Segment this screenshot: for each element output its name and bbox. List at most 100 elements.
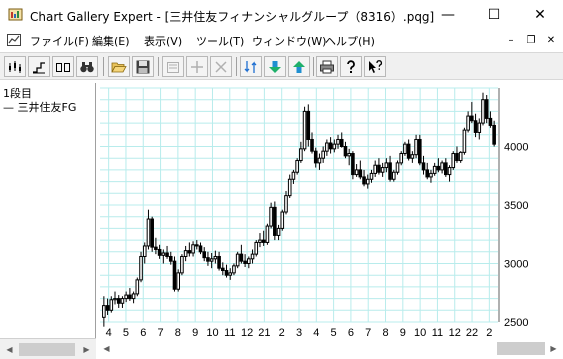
candle — [295, 158, 299, 175]
help-question-icon — [347, 59, 355, 73]
step-chart-button[interactable] — [28, 56, 50, 77]
x-tick-label: 7 — [365, 327, 371, 339]
candle — [484, 95, 489, 124]
candle — [377, 158, 381, 175]
delete-button[interactable] — [210, 56, 232, 77]
menu-tools[interactable]: ツール(T) — [196, 33, 244, 49]
context-help-button[interactable] — [364, 56, 386, 77]
printer-icon — [320, 60, 334, 73]
candle — [142, 242, 147, 264]
candle — [265, 223, 270, 245]
properties-button[interactable] — [162, 56, 184, 77]
candle — [247, 256, 251, 269]
x-tick-label: 5 — [331, 327, 337, 339]
open-button[interactable] — [108, 56, 130, 77]
candle — [321, 146, 325, 163]
x-tick-label: 21 — [258, 327, 270, 339]
save-button[interactable] — [132, 56, 154, 77]
binoculars-icon — [80, 61, 94, 72]
candle — [299, 141, 303, 163]
mdi-close-icon: ✕ — [546, 35, 556, 46]
close-icon: ✕ — [534, 7, 546, 23]
x-tick-label: 6 — [348, 327, 354, 339]
candlestick-chart-button[interactable] — [4, 56, 26, 77]
candle — [477, 118, 482, 140]
candle — [232, 263, 236, 276]
move-down-button[interactable] — [264, 56, 286, 77]
scroll-right-arrow-icon[interactable]: ▶ — [78, 341, 95, 358]
menu-window[interactable]: ウィンドウ(W) — [252, 33, 326, 49]
candle — [432, 162, 437, 176]
candle — [146, 209, 151, 250]
candle — [403, 141, 407, 156]
candlestick-chart[interactable]: 2500300035004000 4 5 6 7 8 9 10 11 12 21 2 3 4 5 6 7 8 9 1… — [97, 83, 563, 359]
legend-series-label[interactable]: — 三井住友FG — [3, 99, 76, 115]
x-axis-labels: 4 5 6 7 8 9 10 11 12 21 2 3 4 5 6 7 8 9 10 11 12 22 2 — [106, 327, 493, 339]
x-tick-label: 8 — [382, 327, 388, 339]
candle — [388, 155, 392, 182]
candle — [150, 216, 154, 252]
x-tick-label: 2 — [279, 327, 285, 339]
app-icon[interactable] — [8, 7, 24, 23]
candle — [213, 250, 218, 264]
menu-edit[interactable]: 編集(E) — [92, 33, 130, 49]
candle — [187, 242, 192, 257]
candle — [172, 256, 177, 292]
candle — [351, 151, 355, 180]
candle — [470, 102, 474, 124]
candle — [399, 151, 404, 166]
scrollbar-thumb[interactable] — [19, 343, 75, 356]
menu-help[interactable]: ヘルプ(H) — [325, 33, 375, 49]
candle — [135, 277, 140, 297]
help-button[interactable] — [340, 56, 362, 77]
candle — [120, 296, 125, 308]
candle — [202, 247, 207, 262]
x-tick-label: 7 — [158, 327, 164, 339]
print-button[interactable] — [316, 56, 338, 77]
mdi-restore-button[interactable]: ❐ — [524, 34, 538, 47]
plus-icon — [191, 60, 203, 73]
scroll-left-arrow-icon[interactable]: ◀ — [1, 341, 18, 358]
folder-open-icon — [111, 62, 127, 72]
two-pane-button[interactable] — [52, 56, 74, 77]
candle — [191, 241, 195, 257]
y-tick-label: 2500 — [504, 317, 528, 329]
candle — [462, 127, 467, 155]
candle — [128, 288, 132, 301]
chart-scrollbar-thumb[interactable] — [497, 342, 545, 355]
menu-bar: ファイル(F) 編集(E) 表示(V) ツール(T) ウィンドウ(W) ヘルプ(… — [0, 30, 563, 50]
x-tick-label: 9 — [192, 327, 198, 339]
chart-scroll-right-arrow-icon[interactable]: ▶ — [545, 340, 562, 357]
candle — [492, 120, 496, 147]
maximize-button[interactable]: ☐ — [471, 0, 517, 30]
add-button[interactable] — [186, 56, 208, 77]
chart-scroll-left-arrow-icon[interactable]: ◀ — [98, 340, 115, 357]
candle — [273, 201, 277, 241]
legend-horizontal-scrollbar[interactable]: ◀ ▶ — [0, 338, 96, 359]
candle — [429, 169, 433, 183]
menu-file[interactable]: ファイル(F) — [30, 33, 89, 49]
candle — [362, 169, 366, 187]
x-tick-label: 2 — [486, 327, 492, 339]
y-axis-labels: 2500 3000 3500 4000 — [504, 142, 528, 330]
mdi-minimize-button[interactable]: – — [504, 34, 518, 47]
find-button[interactable] — [76, 56, 98, 77]
candle — [235, 251, 240, 269]
document-icon[interactable] — [7, 34, 21, 46]
legend-pane: 1段目 — 三井住友FG — [0, 83, 96, 338]
candle — [217, 251, 221, 271]
candle — [165, 245, 169, 259]
close-button[interactable]: ✕ — [517, 0, 563, 30]
x-tick-label: 3 — [296, 327, 302, 339]
move-up-button[interactable] — [288, 56, 310, 77]
candle — [239, 244, 244, 264]
candle — [194, 240, 199, 250]
candle — [343, 141, 348, 159]
x-tick-label: 9 — [400, 327, 406, 339]
mdi-close-button[interactable]: ✕ — [544, 34, 558, 47]
minimize-button[interactable]: — — [425, 0, 471, 30]
step-chart-icon — [33, 61, 45, 73]
menu-view[interactable]: 表示(V) — [144, 33, 182, 49]
candle — [180, 254, 184, 276]
sort-button[interactable] — [240, 56, 262, 77]
